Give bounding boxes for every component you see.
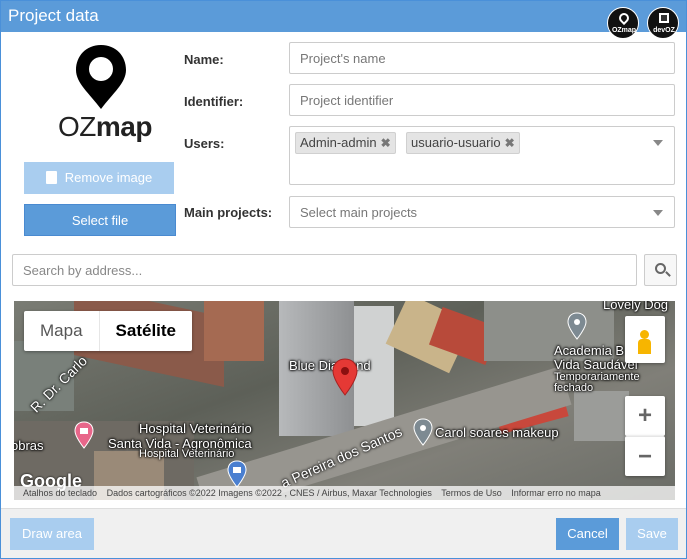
remove-image-label: Remove image (64, 170, 153, 185)
name-label: Name: (184, 52, 224, 67)
dialog-titlebar: Project data OZmap devOZ (1, 1, 686, 39)
project-data-dialog: Project data OZmap devOZ OZmap Remove im… (0, 0, 687, 559)
map-type-mapa-button[interactable]: Mapa (24, 311, 100, 351)
map-pin-logo-icon (76, 45, 126, 109)
main-projects-placeholder: Select main projects (300, 205, 418, 220)
dialog-title: Project data (8, 6, 99, 25)
users-label: Users: (184, 136, 225, 151)
terms-of-use-link[interactable]: Termos de Uso (441, 488, 502, 498)
project-location-pin-icon[interactable] (332, 358, 358, 396)
identifier-label: Identifier: (184, 94, 244, 109)
keyboard-shortcuts-link[interactable]: Atalhos do teclado (23, 488, 97, 498)
ozmap-badge-icon[interactable]: OZmap (607, 7, 639, 39)
devoz-badge-icon[interactable]: devOZ (647, 7, 679, 39)
trash-icon (45, 171, 57, 184)
address-search-input[interactable]: Search by address... (12, 254, 637, 286)
address-search-placeholder: Search by address... (23, 263, 143, 278)
street-view-pegman-icon[interactable] (625, 316, 665, 363)
chevron-down-icon[interactable] (653, 140, 663, 146)
main-projects-label: Main projects: (184, 205, 273, 220)
zoom-in-button[interactable]: + (625, 396, 665, 436)
user-tag-admin[interactable]: Admin-admin ✖ (295, 132, 396, 154)
map-type-control: Mapa Satélite (24, 311, 193, 351)
name-placeholder: Project's name (300, 51, 386, 66)
zoom-out-button[interactable]: − (625, 436, 665, 476)
map-attribution-bar: Atalhos do teclado Dados cartográficos ©… (14, 486, 675, 500)
satellite-map[interactable]: Mapa Satélite R. Dr. Carlo a Pereira dos… (14, 301, 675, 500)
project-logo-image: OZmap (54, 43, 152, 143)
map-label-academia-line1: Academia B (554, 343, 625, 358)
hospital-pin-icon[interactable] (74, 421, 94, 449)
map-type-satelite-button[interactable]: Satélite (100, 311, 192, 351)
map-label-blue-diamond: Blue Diamond (289, 358, 371, 373)
cancel-button[interactable]: Cancel (556, 518, 619, 550)
draw-area-button[interactable]: Draw area (10, 518, 94, 550)
map-label-carol: Carol soares makeup (435, 425, 559, 440)
remove-tag-icon[interactable]: ✖ (505, 136, 515, 150)
users-multiselect[interactable]: Admin-admin ✖ usuario-usuario ✖ (289, 126, 675, 185)
identifier-placeholder: Project identifier (300, 93, 394, 108)
chevron-down-icon[interactable] (653, 210, 663, 216)
map-label-obras: obras (14, 438, 44, 453)
dialog-footer: Draw area Cancel Save (1, 508, 686, 558)
address-search-button[interactable] (644, 254, 677, 286)
save-button[interactable]: Save (626, 518, 678, 550)
map-label-hospital-line3: Hospital Veterinário (139, 448, 235, 460)
report-map-error-link[interactable]: Informar erro no mapa (511, 488, 601, 498)
map-label-lovely-dog: Lovely Dog (603, 301, 669, 312)
select-file-button[interactable]: Select file (24, 204, 176, 236)
identifier-input[interactable]: Project identifier (289, 84, 675, 116)
name-input[interactable]: Project's name (289, 42, 675, 74)
map-data-attribution: Dados cartográficos ©2022 Imagens ©2022 … (106, 488, 432, 498)
remove-image-button[interactable]: Remove image (24, 162, 174, 194)
main-projects-select[interactable]: Select main projects (289, 196, 675, 228)
map-label-hospital-line1: Hospital Veterinário (139, 421, 252, 436)
shopping-pin-icon[interactable] (227, 460, 247, 488)
place-pin-icon[interactable] (567, 312, 587, 340)
map-label-academia-line4: fechado (554, 382, 594, 394)
user-tag-usuario[interactable]: usuario-usuario ✖ (406, 132, 520, 154)
remove-tag-icon[interactable]: ✖ (381, 136, 391, 150)
logo-text: OZmap (58, 111, 152, 142)
place-pin-icon[interactable] (413, 418, 433, 446)
